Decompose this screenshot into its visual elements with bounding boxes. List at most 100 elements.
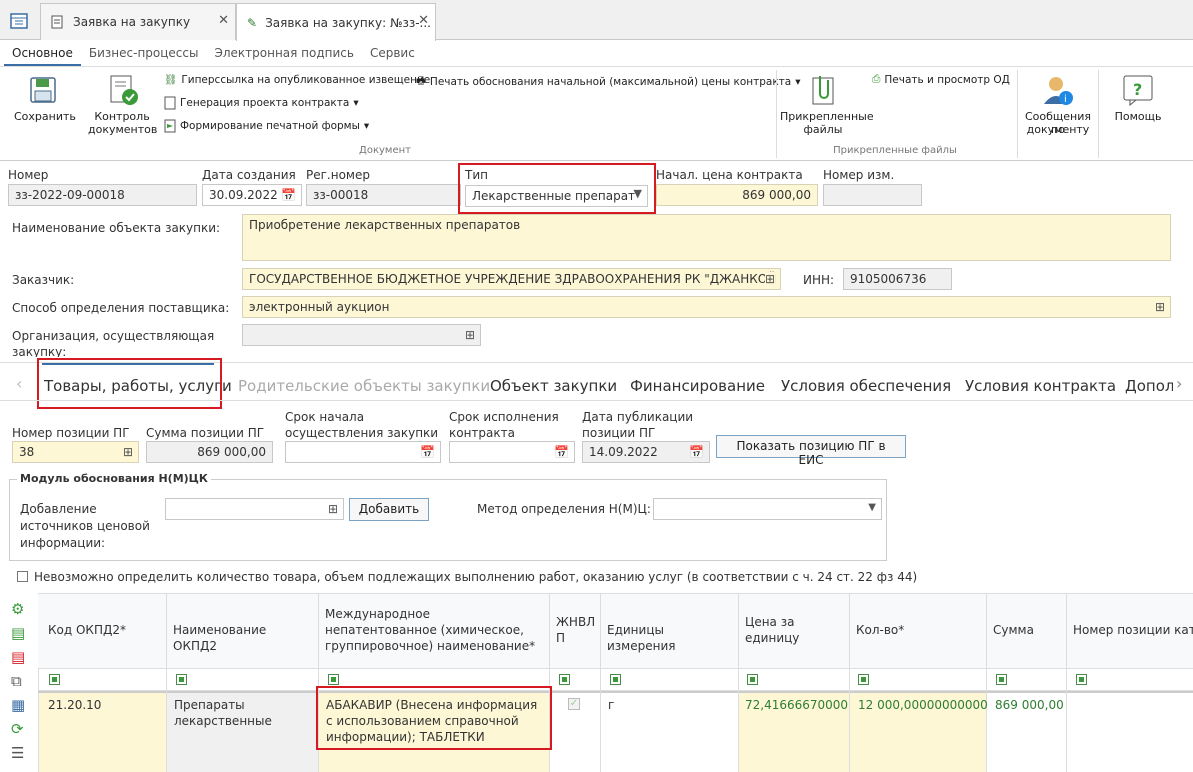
- col-units[interactable]: Единицы измерения: [607, 622, 732, 654]
- save-icon: [30, 77, 56, 103]
- col-inn-name[interactable]: Международное непатентованное (химическо…: [325, 606, 543, 654]
- list-icon[interactable]: ☰: [11, 744, 25, 762]
- menu-business-processes[interactable]: Бизнес-процессы: [81, 44, 207, 66]
- help-button[interactable]: ? Помощь: [1110, 74, 1166, 124]
- messages-button[interactable]: i Сообщения по документу: [1018, 74, 1098, 136]
- plan-sum-field[interactable]: 869 000,00: [146, 441, 273, 463]
- paperclip-icon: [812, 76, 834, 105]
- zhnvlp-checkbox[interactable]: ✓: [568, 698, 580, 710]
- tab-financing[interactable]: Финансирование: [630, 377, 765, 395]
- control-label-line2: документов: [88, 123, 158, 136]
- filter-checkbox[interactable]: [610, 674, 621, 688]
- start-date-field[interactable]: 📅: [285, 441, 441, 463]
- table-row-okpd2-name[interactable]: Препараты лекарственные: [174, 697, 294, 729]
- col-quantity[interactable]: Кол-во*: [856, 622, 976, 638]
- pub-label-line2: позиции ПГ: [582, 426, 656, 440]
- print-form-button[interactable]: Формирование печатной формы ▾: [164, 119, 369, 133]
- col-unit-price[interactable]: Цена за единицу: [745, 614, 825, 646]
- hyperlink-button[interactable]: ⛓ Гиперссылка на опубликованное извещени…: [164, 73, 430, 87]
- dropdown-arrow-icon: ▾: [363, 120, 370, 132]
- customer-field[interactable]: ГОСУДАРСТВЕННОЕ БЮДЖЕТНОЕ УЧРЕЖДЕНИЕ ЗДР…: [242, 268, 781, 290]
- tab-parent-objects[interactable]: Родительские объекты закупки: [238, 377, 490, 395]
- filter-checkbox[interactable]: [996, 674, 1007, 688]
- initial-price-field[interactable]: 869 000,00: [656, 184, 818, 206]
- filter-checkbox[interactable]: [747, 674, 758, 688]
- lookup-icon[interactable]: ⊞: [764, 272, 775, 286]
- generate-contract-button[interactable]: Генерация проекта контракта ▾: [164, 96, 359, 110]
- col-sum[interactable]: Сумма: [993, 622, 1053, 638]
- tab-purchase-request[interactable]: Заявка на закупку ✕: [40, 3, 236, 40]
- calendar-icon[interactable]: 📅: [554, 445, 569, 459]
- inn-field[interactable]: 9105006736: [843, 268, 952, 290]
- tab-purchase-object[interactable]: Объект закупки: [490, 377, 617, 395]
- org-field[interactable]: ⊞: [242, 324, 481, 346]
- lookup-icon[interactable]: ⊞: [328, 502, 338, 516]
- col-okpd2-name[interactable]: Наименование ОКПД2: [173, 622, 313, 654]
- nmc-method-label: Метод определения Н(М)Ц:: [477, 502, 651, 516]
- table-row-okpd2-code[interactable]: 21.20.10: [48, 697, 101, 713]
- nmc-method-select[interactable]: ▼: [653, 498, 882, 520]
- filter-checkbox[interactable]: [559, 674, 570, 688]
- number-field[interactable]: зз-2022-09-00018: [8, 184, 197, 206]
- menu-e-signature[interactable]: Электронная подпись: [206, 44, 362, 66]
- table-row-unit-price[interactable]: 72,41666670000: [745, 697, 848, 713]
- menu-service[interactable]: Сервис: [362, 44, 423, 66]
- filter-checkbox[interactable]: [176, 674, 187, 688]
- start-label-line2: осуществления закупки: [285, 426, 439, 440]
- customer-value: ГОСУДАРСТВЕННОЕ БЮДЖЕТНОЕ УЧРЕЖДЕНИЕ ЗДР…: [249, 272, 777, 286]
- save-button[interactable]: Сохранить: [14, 74, 76, 124]
- col-okpd2-code[interactable]: Код ОКПД2*: [48, 622, 160, 638]
- settings-icon[interactable]: ⚙: [11, 600, 25, 618]
- filter-checkbox[interactable]: [49, 674, 60, 688]
- filter-checkbox[interactable]: [858, 674, 869, 688]
- creation-date-field[interactable]: 30.09.2022 📅: [202, 184, 302, 206]
- pencil-icon: ✎: [247, 15, 258, 30]
- table-row-sum[interactable]: 869 000,00: [995, 697, 1064, 713]
- calendar-icon[interactable]: 📅: [281, 188, 296, 202]
- col-catalog-position[interactable]: Номер позиции ката: [1073, 622, 1193, 638]
- close-icon[interactable]: ✕: [418, 13, 429, 28]
- tab-purchase-request-active[interactable]: ✎ Заявка на закупку: №зз-... ✕: [236, 3, 436, 41]
- tab-additional[interactable]: Допол: [1125, 377, 1173, 395]
- plan-position-field[interactable]: 38 ⊞: [12, 441, 139, 463]
- lookup-icon[interactable]: ⊞: [1155, 300, 1165, 314]
- print-preview-icon: ⎙: [872, 73, 881, 85]
- menu-main[interactable]: Основное: [4, 44, 81, 66]
- close-icon[interactable]: ✕: [218, 13, 229, 28]
- calendar-icon[interactable]: 📅: [689, 445, 704, 459]
- col-zhnvlp[interactable]: ЖНВЛП: [556, 614, 596, 646]
- print-od-button[interactable]: ⎙ Печать и просмотр ОД: [872, 73, 1010, 86]
- scroll-left-icon[interactable]: ‹: [16, 374, 22, 393]
- control-documents-button[interactable]: Контроль документов: [88, 74, 158, 136]
- table-row-units[interactable]: г: [608, 697, 614, 713]
- sources-label-line2: источников ценовой: [20, 519, 150, 533]
- app-menu-icon[interactable]: [2, 4, 36, 38]
- add-row-icon[interactable]: ▤: [11, 624, 25, 642]
- regnum-field[interactable]: зз-00018: [306, 184, 461, 206]
- table-row-quantity[interactable]: 12 000,00000000000: [858, 697, 988, 713]
- cannot-determine-checkbox[interactable]: [17, 571, 28, 585]
- tab-security-terms[interactable]: Условия обеспечения: [781, 377, 951, 395]
- lookup-icon[interactable]: ⊞: [122, 445, 133, 459]
- copy-icon[interactable]: ⧉: [11, 672, 25, 690]
- exec-label-line2: контракта: [449, 426, 515, 440]
- pub-date-field[interactable]: 14.09.2022 📅: [582, 441, 710, 463]
- supplier-method-field[interactable]: электронный аукцион ⊞: [242, 296, 1171, 318]
- print-justification-button[interactable]: 🖶 Печать обоснования начальной (максимал…: [416, 73, 801, 91]
- attached-files-button[interactable]: Прикрепленные файлы: [780, 74, 874, 136]
- tab-contract-terms[interactable]: Условия контракта: [965, 377, 1116, 395]
- change-number-field[interactable]: [823, 184, 922, 206]
- price-source-field[interactable]: ⊞: [165, 498, 344, 520]
- object-field[interactable]: Приобретение лекарственных препаратов: [242, 214, 1171, 261]
- exec-date-field[interactable]: 📅: [449, 441, 575, 463]
- refresh-icon[interactable]: ⟳: [11, 720, 25, 738]
- delete-row-icon[interactable]: ▤: [11, 648, 25, 666]
- filter-checkbox[interactable]: [1076, 674, 1087, 688]
- price-label: Начал. цена контракта: [656, 168, 803, 182]
- import-icon[interactable]: ▦: [11, 696, 25, 714]
- scroll-right-icon[interactable]: ›: [1176, 374, 1182, 393]
- lookup-icon[interactable]: ⊞: [465, 328, 475, 342]
- add-button[interactable]: Добавить: [349, 498, 429, 521]
- show-eis-position-button[interactable]: Показать позицию ПГ в ЕИС: [716, 435, 906, 467]
- calendar-icon[interactable]: 📅: [420, 445, 435, 459]
